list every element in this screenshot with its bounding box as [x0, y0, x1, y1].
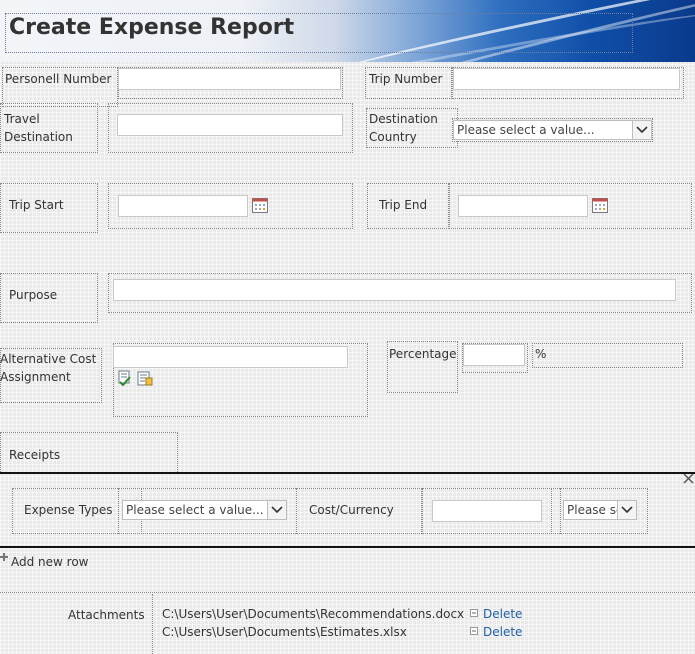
- close-icon[interactable]: [683, 473, 694, 484]
- delete-icon[interactable]: [470, 627, 478, 635]
- cost-currency-label: Cost/Currency: [309, 503, 394, 517]
- destination-country-label: Destination Country: [369, 112, 438, 144]
- add-icon[interactable]: [0, 553, 8, 561]
- add-new-row-link[interactable]: Add new row: [11, 553, 89, 571]
- delete-attachment-link[interactable]: Delete: [483, 623, 522, 641]
- chevron-down-icon[interactable]: [632, 121, 651, 139]
- delete-icon[interactable]: [470, 609, 478, 617]
- calendar-icon[interactable]: [252, 197, 268, 213]
- trip-end-label: Trip End: [379, 198, 428, 212]
- purpose-label: Purpose: [9, 288, 58, 302]
- percent-sign: %: [535, 347, 547, 361]
- destination-country-select[interactable]: Please select a value...: [453, 120, 652, 140]
- purpose-input[interactable]: [113, 279, 676, 301]
- travel-destination-label: Travel Destination: [4, 112, 73, 144]
- calendar-icon[interactable]: [592, 197, 608, 213]
- page-title: Create Expense Report: [9, 15, 295, 40]
- personell-number-label: Personell Number: [5, 72, 112, 86]
- delete-attachment-link[interactable]: Delete: [483, 605, 522, 623]
- expense-types-label: Expense Types: [24, 503, 113, 517]
- chevron-down-icon[interactable]: [617, 501, 636, 519]
- expense-types-value: Please select a value...: [126, 503, 264, 517]
- attachments-label: Attachments: [68, 608, 145, 622]
- personell-number-input[interactable]: [118, 68, 341, 90]
- currency-select[interactable]: Please se: [563, 500, 637, 520]
- check-names-icon[interactable]: [117, 370, 133, 386]
- section-divider: [0, 472, 695, 474]
- percentage-input[interactable]: [463, 344, 525, 366]
- trip-number-input[interactable]: [453, 68, 680, 90]
- percent-sign-cell: [532, 343, 683, 368]
- travel-destination-input[interactable]: [117, 114, 343, 136]
- trip-start-label: Trip Start: [9, 198, 64, 212]
- percentage-label: Percentage: [389, 347, 457, 361]
- browse-directory-icon[interactable]: [137, 370, 153, 386]
- chevron-down-icon[interactable]: [267, 501, 286, 519]
- attachment-file-path[interactable]: C:\Users\User\Documents\Recommendations.…: [162, 605, 464, 623]
- expense-types-select[interactable]: Please select a value...: [122, 500, 287, 520]
- cost-input[interactable]: [432, 500, 542, 522]
- alt-cost-input[interactable]: [113, 346, 348, 368]
- destination-country-value: Please select a value...: [457, 123, 595, 137]
- currency-value: Please se: [567, 503, 624, 517]
- attachments-column-divider: [152, 594, 153, 654]
- trip-number-label: Trip Number: [369, 72, 443, 86]
- section-divider: [0, 546, 695, 548]
- attachment-file-path[interactable]: C:\Users\User\Documents\Estimates.xlsx: [162, 623, 407, 641]
- attachments-divider: [0, 592, 695, 593]
- receipts-label: Receipts: [9, 448, 61, 462]
- alt-cost-label: Alternative Cost Assignment: [0, 352, 97, 384]
- trip-start-input[interactable]: [118, 195, 248, 217]
- trip-end-input[interactable]: [458, 195, 588, 217]
